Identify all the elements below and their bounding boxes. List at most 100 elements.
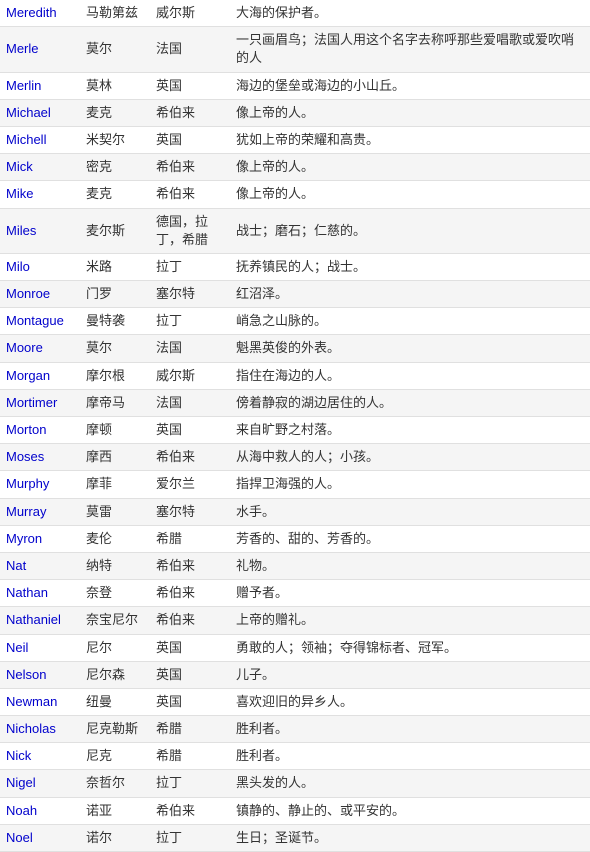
meaning-cell: 礼物。 xyxy=(230,552,590,579)
name-cell[interactable]: Miles xyxy=(0,208,80,253)
meaning-cell: 傍着静寂的湖边居住的人。 xyxy=(230,389,590,416)
table-row: Milo米路拉丁抚养镇民的人；战士。 xyxy=(0,253,590,280)
origin-cell: 英国 xyxy=(150,417,230,444)
table-row: Michael麦克希伯来像上帝的人。 xyxy=(0,99,590,126)
origin-cell: 塞尔特 xyxy=(150,281,230,308)
table-row: Nathan奈登希伯来赠予者。 xyxy=(0,580,590,607)
name-cell[interactable]: Moses xyxy=(0,444,80,471)
name-cell[interactable]: Michael xyxy=(0,99,80,126)
name-cell[interactable]: Moore xyxy=(0,335,80,362)
table-row: Monroe门罗塞尔特红沼泽。 xyxy=(0,281,590,308)
name-cell[interactable]: Murray xyxy=(0,498,80,525)
chinese-name-cell: 莫尔 xyxy=(80,27,150,72)
chinese-name-cell: 奈哲尔 xyxy=(80,770,150,797)
origin-cell: 希伯来 xyxy=(150,154,230,181)
table-row: Mortimer摩帝马法国傍着静寂的湖边居住的人。 xyxy=(0,389,590,416)
name-cell[interactable]: Murphy xyxy=(0,471,80,498)
chinese-name-cell: 麦克 xyxy=(80,99,150,126)
chinese-name-cell: 尼克 xyxy=(80,743,150,770)
table-row: Montague曼特袭拉丁峭急之山脉的。 xyxy=(0,308,590,335)
chinese-name-cell: 摩顿 xyxy=(80,417,150,444)
meaning-cell: 胜利者。 xyxy=(230,743,590,770)
name-cell[interactable]: Morton xyxy=(0,417,80,444)
meaning-cell: 指住在海边的人。 xyxy=(230,362,590,389)
meaning-cell: 胜利者。 xyxy=(230,716,590,743)
chinese-name-cell: 奈登 xyxy=(80,580,150,607)
name-cell[interactable]: Michell xyxy=(0,126,80,153)
name-cell[interactable]: Merle xyxy=(0,27,80,72)
origin-cell: 希伯来 xyxy=(150,580,230,607)
chinese-name-cell: 莫雷 xyxy=(80,498,150,525)
name-cell[interactable]: Meredith xyxy=(0,0,80,27)
table-row: Nicholas尼克勒斯希腊胜利者。 xyxy=(0,716,590,743)
chinese-name-cell: 纳特 xyxy=(80,552,150,579)
name-cell[interactable]: Nick xyxy=(0,743,80,770)
origin-cell: 英国 xyxy=(150,688,230,715)
table-row: Noah诺亚希伯来镇静的、静止的、或平安的。 xyxy=(0,797,590,824)
table-row: Mick密克希伯来像上帝的人。 xyxy=(0,154,590,181)
origin-cell: 希腊 xyxy=(150,743,230,770)
table-row: Moore莫尔法国魁黑英俊的外表。 xyxy=(0,335,590,362)
table-row: Morgan摩尔根威尔斯指住在海边的人。 xyxy=(0,362,590,389)
meaning-cell: 水手。 xyxy=(230,498,590,525)
name-cell[interactable]: Nelson xyxy=(0,661,80,688)
chinese-name-cell: 麦尔斯 xyxy=(80,208,150,253)
name-cell[interactable]: Mick xyxy=(0,154,80,181)
meaning-cell: 生日；圣诞节。 xyxy=(230,824,590,851)
chinese-name-cell: 尼尔 xyxy=(80,634,150,661)
chinese-name-cell: 摩帝马 xyxy=(80,389,150,416)
name-cell[interactable]: Newman xyxy=(0,688,80,715)
meaning-cell: 上帝的赠礼。 xyxy=(230,607,590,634)
chinese-name-cell: 奈宝尼尔 xyxy=(80,607,150,634)
origin-cell: 德国，拉丁，希腊 xyxy=(150,208,230,253)
name-cell[interactable]: Mortimer xyxy=(0,389,80,416)
meaning-cell: 儿子。 xyxy=(230,661,590,688)
chinese-name-cell: 曼特袭 xyxy=(80,308,150,335)
name-cell[interactable]: Morgan xyxy=(0,362,80,389)
table-row: Neil尼尔英国勇敢的人；领袖；夺得锦标者、冠军。 xyxy=(0,634,590,661)
name-cell[interactable]: Merlin xyxy=(0,72,80,99)
table-row: Meredith马勒第兹威尔斯大海的保护者。 xyxy=(0,0,590,27)
meaning-cell: 峭急之山脉的。 xyxy=(230,308,590,335)
meaning-cell: 抚养镇民的人；战士。 xyxy=(230,253,590,280)
name-cell[interactable]: Monroe xyxy=(0,281,80,308)
table-row: Myron麦伦希腊芳香的、甜的、芳香的。 xyxy=(0,525,590,552)
name-cell[interactable]: Nigel xyxy=(0,770,80,797)
name-cell[interactable]: Neil xyxy=(0,634,80,661)
origin-cell: 英国 xyxy=(150,661,230,688)
name-cell[interactable]: Nathan xyxy=(0,580,80,607)
meaning-cell: 从海中救人的人；小孩。 xyxy=(230,444,590,471)
chinese-name-cell: 摩尔根 xyxy=(80,362,150,389)
name-cell[interactable]: Noel xyxy=(0,824,80,851)
meaning-cell: 像上帝的人。 xyxy=(230,181,590,208)
origin-cell: 希伯来 xyxy=(150,797,230,824)
name-cell[interactable]: Nicholas xyxy=(0,716,80,743)
origin-cell: 希伯来 xyxy=(150,181,230,208)
chinese-name-cell: 麦伦 xyxy=(80,525,150,552)
name-cell[interactable]: Nat xyxy=(0,552,80,579)
meaning-cell: 海边的堡垒或海边的小山丘。 xyxy=(230,72,590,99)
origin-cell: 法国 xyxy=(150,389,230,416)
chinese-name-cell: 诺尔 xyxy=(80,824,150,851)
name-cell[interactable]: Mike xyxy=(0,181,80,208)
table-row: Murray莫雷塞尔特水手。 xyxy=(0,498,590,525)
chinese-name-cell: 门罗 xyxy=(80,281,150,308)
name-cell[interactable]: Milo xyxy=(0,253,80,280)
table-row: Nat纳特希伯来礼物。 xyxy=(0,552,590,579)
table-row: Moses摩西希伯来从海中救人的人；小孩。 xyxy=(0,444,590,471)
name-cell[interactable]: Myron xyxy=(0,525,80,552)
meaning-cell: 勇敢的人；领袖；夺得锦标者、冠军。 xyxy=(230,634,590,661)
table-row: Nelson尼尔森英国儿子。 xyxy=(0,661,590,688)
origin-cell: 拉丁 xyxy=(150,308,230,335)
chinese-name-cell: 密克 xyxy=(80,154,150,181)
meaning-cell: 像上帝的人。 xyxy=(230,154,590,181)
meaning-cell: 黑头发的人。 xyxy=(230,770,590,797)
origin-cell: 拉丁 xyxy=(150,253,230,280)
table-row: Miles麦尔斯德国，拉丁，希腊战士；磨石；仁慈的。 xyxy=(0,208,590,253)
origin-cell: 英国 xyxy=(150,634,230,661)
name-cell[interactable]: Montague xyxy=(0,308,80,335)
name-cell[interactable]: Nathaniel xyxy=(0,607,80,634)
chinese-name-cell: 纽曼 xyxy=(80,688,150,715)
table-row: Murphy摩菲爱尔兰指捍卫海强的人。 xyxy=(0,471,590,498)
name-cell[interactable]: Noah xyxy=(0,797,80,824)
